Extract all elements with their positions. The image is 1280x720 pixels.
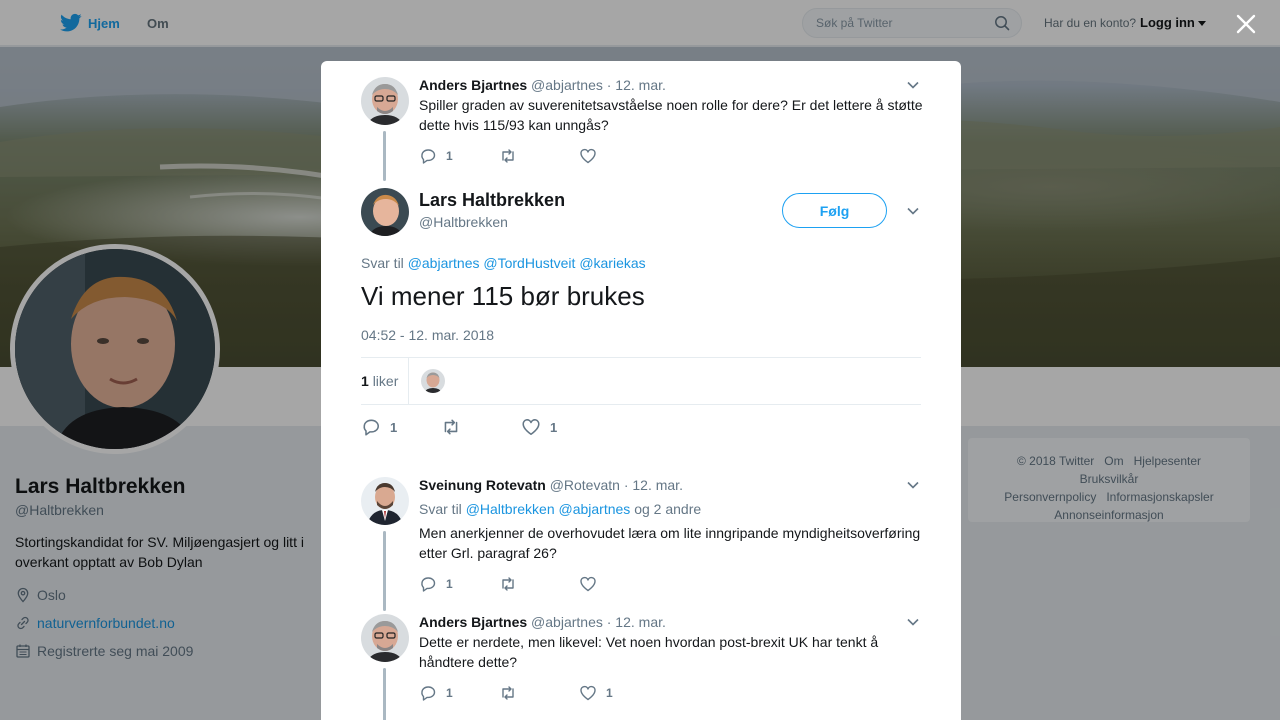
- avatar-photo-lars: [361, 188, 409, 236]
- retweet-button[interactable]: [499, 575, 579, 593]
- like-button[interactable]: [579, 147, 659, 165]
- follow-button[interactable]: Følg: [782, 193, 887, 228]
- tweet-text: Spiller graden av suverenitetsavståelse …: [419, 97, 923, 133]
- tweet-text: Men anerkjenner de overhovudet læra om l…: [419, 525, 921, 561]
- tweet-author-name[interactable]: Anders Bjartnes: [419, 614, 527, 630]
- main-tweet-author-name[interactable]: Lars Haltbrekken: [419, 190, 565, 211]
- liker-photo: [421, 369, 445, 393]
- tweet-header: Anders Bjartnes @abjartnes · 12. mar.: [419, 77, 666, 93]
- close-icon[interactable]: [1234, 12, 1258, 36]
- tweet-header: Sveinung Rotevatn @Rotevatn · 12. mar.: [419, 477, 683, 493]
- avatar-photo-sveinung: [361, 477, 409, 525]
- tweet-actions: 1: [419, 575, 659, 593]
- avatar-photo-anders: [361, 77, 409, 125]
- like-count: 1: [550, 419, 558, 435]
- reply-button[interactable]: 1: [419, 575, 499, 593]
- tweet-stats: 1 liker: [361, 357, 921, 405]
- reply-button[interactable]: 1: [361, 417, 441, 437]
- like-button[interactable]: [579, 575, 659, 593]
- mention-link[interactable]: @kariekas: [579, 255, 645, 271]
- mention-link[interactable]: @TordHustveit: [483, 255, 575, 271]
- like-stat[interactable]: 1 liker: [361, 373, 398, 389]
- reply-button[interactable]: 1: [419, 684, 499, 702]
- tweet-date[interactable]: · 12. mar.: [607, 614, 666, 630]
- main-tweet-author-handle[interactable]: @Haltbrekken: [419, 214, 508, 230]
- reply-icon: [421, 577, 436, 592]
- replying-suffix[interactable]: og 2 andre: [634, 501, 701, 517]
- retweet-icon: [502, 149, 514, 163]
- tweet-header: Anders Bjartnes @abjartnes · 12. mar.: [419, 614, 666, 630]
- stats-divider: [408, 358, 409, 404]
- like-button[interactable]: 1: [579, 684, 659, 702]
- replying-to: Svar til @Haltbrekken @abjartnes og 2 an…: [419, 501, 701, 517]
- tweet-permalink-modal: Anders Bjartnes @abjartnes · 12. mar. Sp…: [321, 61, 961, 720]
- avatar[interactable]: [361, 77, 409, 125]
- like-stat-count: 1: [361, 373, 369, 389]
- mention-link[interactable]: @Haltbrekken: [466, 501, 555, 517]
- tweet-date[interactable]: · 12. mar.: [624, 477, 683, 493]
- tweet-actions: 1: [419, 147, 659, 165]
- mention-link[interactable]: @abjartnes: [559, 501, 631, 517]
- main-tweet-actions: 1 1: [361, 417, 601, 437]
- reply-count: 1: [446, 686, 453, 700]
- reply-tweet[interactable]: Anders Bjartnes @abjartnes · 12. mar. De…: [361, 614, 921, 720]
- reply-icon: [421, 149, 436, 164]
- replying-to: Svar til @abjartnes @TordHustveit @karie…: [361, 255, 646, 271]
- reply-count: 1: [390, 419, 398, 435]
- parent-tweet[interactable]: Anders Bjartnes @abjartnes · 12. mar. Sp…: [361, 77, 923, 187]
- heart-icon: [580, 576, 596, 592]
- like-button[interactable]: 1: [521, 417, 601, 437]
- main-tweet-avatar[interactable]: [361, 188, 409, 236]
- main-tweet-timestamp[interactable]: 04:52 - 12. mar. 2018: [361, 327, 494, 343]
- retweet-icon: [502, 686, 514, 700]
- thread-connector: [383, 131, 386, 181]
- retweet-button[interactable]: [499, 147, 579, 165]
- tweet-author-handle[interactable]: @Rotevatn: [550, 477, 620, 493]
- avatar[interactable]: [361, 477, 409, 525]
- reply-tweet[interactable]: Sveinung Rotevatn @Rotevatn · 12. mar. S…: [361, 475, 921, 611]
- tweet-author-name[interactable]: Sveinung Rotevatn: [419, 477, 546, 493]
- tweet-date[interactable]: · 12. mar.: [607, 77, 666, 93]
- reply-icon: [363, 419, 379, 436]
- chevron-down-icon[interactable]: [907, 618, 919, 626]
- retweet-icon: [502, 577, 514, 591]
- like-stat-label: liker: [372, 373, 399, 389]
- replying-prefix: Svar til: [361, 255, 404, 271]
- retweet-button[interactable]: [499, 684, 579, 702]
- chevron-down-icon[interactable]: [907, 81, 919, 89]
- mention-link[interactable]: @abjartnes: [408, 255, 480, 271]
- like-count: 1: [606, 686, 613, 700]
- thread-connector: [383, 531, 386, 611]
- reply-count: 1: [446, 149, 453, 163]
- main-tweet-text: Vi mener 115 bør brukes: [361, 281, 645, 311]
- tweet-author-handle[interactable]: @abjartnes: [531, 614, 603, 630]
- avatar[interactable]: [361, 614, 409, 662]
- avatar-photo-anders: [361, 614, 409, 662]
- tweet-author-name[interactable]: Anders Bjartnes: [419, 77, 527, 93]
- heart-icon: [580, 685, 596, 701]
- tweet-text: Dette er nerdete, men likevel: Vet noen …: [419, 634, 879, 670]
- thread-connector: [383, 668, 386, 720]
- chevron-down-icon[interactable]: [907, 207, 919, 215]
- replying-prefix: Svar til: [419, 501, 462, 517]
- chevron-down-icon[interactable]: [907, 481, 919, 489]
- tweet-actions: 1 1: [419, 684, 659, 702]
- reply-count: 1: [446, 577, 453, 591]
- liker-avatar[interactable]: [421, 369, 445, 393]
- heart-icon: [580, 148, 596, 164]
- reply-button[interactable]: 1: [419, 147, 499, 165]
- heart-icon: [522, 419, 540, 435]
- reply-icon: [421, 686, 436, 701]
- retweet-button[interactable]: [441, 417, 521, 437]
- tweet-author-handle[interactable]: @abjartnes: [531, 77, 603, 93]
- retweet-icon: [444, 419, 458, 435]
